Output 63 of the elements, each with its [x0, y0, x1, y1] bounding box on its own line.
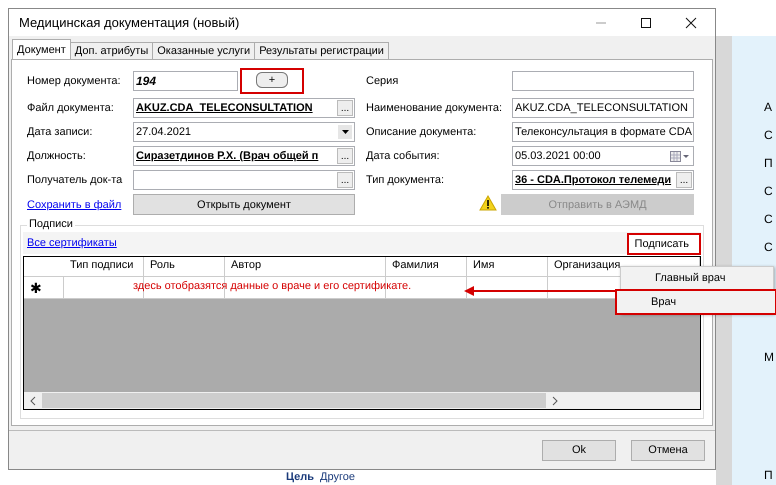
horizontal-scrollbar[interactable] — [24, 392, 700, 409]
chevron-right-icon[interactable] — [551, 396, 559, 406]
input-field[interactable]: AKUZ.CDA_TELECONSULTATION ... — [133, 98, 355, 118]
field-label: Файл документа: — [27, 101, 115, 115]
background-text: С — [764, 128, 774, 142]
link[interactable]: Все сертификаты — [27, 237, 117, 249]
background-text: П — [764, 468, 774, 482]
button[interactable]: Открыть документ — [133, 194, 355, 215]
column-header: Роль — [144, 257, 225, 276]
input-field[interactable]: 05.03.2021 00:00 — [512, 146, 694, 166]
input-field[interactable]: Сиразетдинов Р.Х. (Врач общей п ... — [133, 146, 355, 166]
field-label: Наименование документа: — [365, 101, 501, 115]
field-label: Описание документа: — [365, 125, 478, 139]
input-field[interactable]: ... — [133, 170, 355, 190]
row-marker: ✱ — [29, 278, 43, 298]
browse-button[interactable]: ... — [337, 100, 353, 116]
chevron-left-icon[interactable] — [29, 396, 37, 406]
field-label: Должность: — [27, 149, 87, 163]
field-label: Тип документа: — [365, 173, 446, 187]
add-button[interactable]: + — [256, 72, 288, 88]
input-field[interactable]: Телеконсультация в формате CDA — [512, 122, 694, 142]
button[interactable]: Отмена — [631, 440, 705, 460]
calendar-icon[interactable] — [670, 150, 690, 162]
group-title: Подписи — [27, 218, 75, 230]
field-label: Дата события: — [365, 149, 441, 163]
column-header: Фамилия — [386, 257, 467, 276]
background-text: А — [764, 100, 774, 114]
tab[interactable]: Оказанные услуги — [152, 42, 256, 59]
background-label: Цель — [286, 471, 314, 484]
browse-button[interactable]: ... — [337, 172, 353, 188]
sign-button[interactable]: Подписать — [628, 235, 699, 253]
maximize-icon[interactable] — [640, 16, 652, 28]
button[interactable]: Ok — [542, 440, 616, 460]
field-label: Номер документа: — [27, 74, 122, 88]
background-text: П — [764, 156, 774, 170]
column-header: Автор — [225, 257, 386, 276]
menu-item[interactable]: Врач — [617, 291, 775, 313]
background-text: С — [764, 240, 774, 254]
column-header: Имя — [467, 257, 548, 276]
background-text: С — [764, 184, 774, 198]
field-label: Серия — [365, 74, 400, 88]
link[interactable]: Сохранить в файл — [27, 198, 133, 210]
dropdown-button[interactable] — [338, 125, 352, 139]
input-field[interactable]: 194 — [133, 71, 238, 91]
annotation-text: здесь отобразятся данные о враче и его сертификате. — [133, 280, 412, 292]
column-header: Тип подписи — [64, 257, 144, 276]
input-field[interactable] — [512, 71, 694, 91]
tab[interactable]: Доп. атрибуты — [70, 42, 154, 59]
tab[interactable]: Результаты регистрации — [254, 42, 389, 59]
field-label: Дата записи: — [27, 125, 94, 139]
background-value: Другое — [320, 471, 355, 484]
input-field[interactable]: 27.04.2021 — [133, 122, 355, 142]
field-label: Получатель док-та — [27, 173, 124, 187]
tab[interactable]: Документ — [12, 39, 71, 59]
input-field[interactable]: 36 - CDA.Протокол телемеди ... — [512, 170, 694, 190]
caret-icon — [342, 130, 348, 134]
browse-button[interactable]: ... — [676, 172, 692, 188]
window-title: Медицинская документация (новый) — [19, 15, 240, 30]
input-field[interactable]: AKUZ.CDA_TELECONSULTATION — [512, 98, 694, 118]
background-text: М — [764, 350, 775, 364]
browse-button[interactable]: ... — [337, 148, 353, 164]
background-text: С — [764, 212, 774, 226]
close-icon[interactable] — [685, 16, 697, 28]
